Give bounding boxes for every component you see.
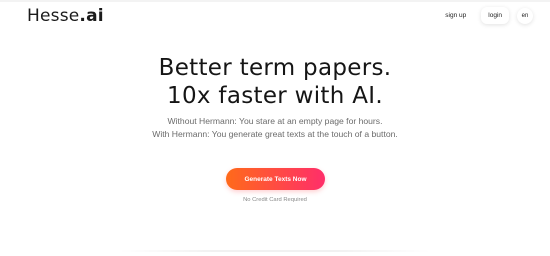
no-credit-card-note: No Credit Card Required: [243, 197, 307, 203]
generate-texts-button[interactable]: Generate Texts Now: [226, 168, 325, 190]
hero-subtitle-line-2: With Hermann: You generate great texts a…: [152, 129, 398, 139]
header-nav: sign up login en: [438, 7, 533, 24]
hero-title-line-2: 10x faster with AI.: [167, 83, 383, 109]
hero-subtitle-line-1: Without Hermann: You stare at an empty p…: [167, 116, 383, 126]
hero-title-line-1: Better term papers.: [158, 55, 392, 81]
login-button[interactable]: login: [481, 7, 509, 24]
top-border: [0, 0, 550, 2]
section-divider: [120, 250, 430, 252]
logo-name: Hesse: [27, 6, 80, 26]
logo-suffix: .ai: [79, 6, 104, 26]
hero-title: Better term papers. 10x faster with AI.: [0, 54, 550, 110]
landing-page: Hesse.ai sign up login en Better term pa…: [0, 0, 550, 256]
language-selector[interactable]: en: [517, 7, 533, 24]
signup-button[interactable]: sign up: [438, 7, 473, 24]
hero-subtitle: Without Hermann: You stare at an empty p…: [0, 115, 550, 141]
logo[interactable]: Hesse.ai: [27, 6, 104, 26]
